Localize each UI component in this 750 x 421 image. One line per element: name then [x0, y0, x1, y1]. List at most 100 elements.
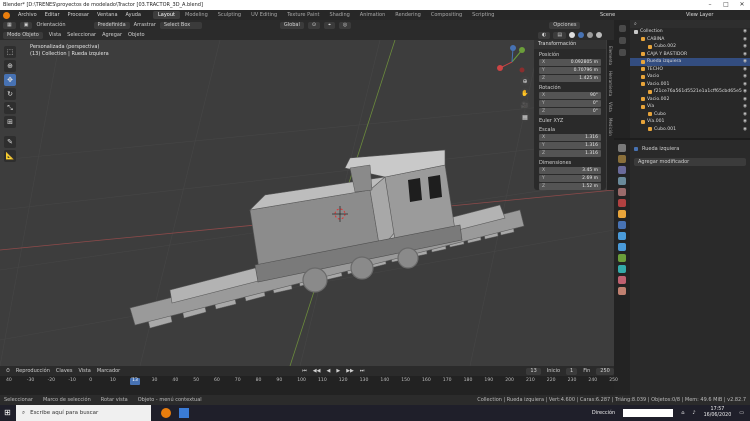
pan-icon[interactable]: ✋ — [520, 88, 530, 98]
windows-start-icon[interactable]: ⊞ — [4, 408, 11, 417]
data-tab-icon[interactable] — [618, 265, 626, 273]
menu-editar[interactable]: Editar — [41, 12, 64, 18]
tab-animation[interactable]: Animation — [355, 11, 391, 19]
taskbar-search[interactable]: ⌕ Escribe aquí para buscar — [16, 405, 151, 421]
tab-compositing[interactable]: Compositing — [426, 11, 467, 19]
add-modifier-dropdown[interactable]: Agregar modificador — [634, 158, 746, 166]
menu-procesar[interactable]: Procesar — [64, 12, 93, 18]
modifier-tab-icon[interactable] — [618, 221, 626, 229]
world-tab-icon[interactable] — [618, 199, 626, 207]
jump-start-icon[interactable]: ⏮ — [302, 368, 307, 374]
menu-archivo[interactable]: Archivo — [14, 12, 41, 18]
transform-tool-icon[interactable]: ⊞ — [4, 116, 16, 128]
app-taskbar-icon[interactable] — [179, 408, 189, 418]
minimize-icon[interactable]: – — [702, 0, 718, 10]
display-icon[interactable] — [618, 37, 626, 44]
rotation-mode-dropdown[interactable]: Euler XYZ — [534, 118, 606, 124]
menu-seleccionar[interactable]: Seleccionar — [67, 32, 96, 38]
zoom-icon[interactable]: ⊕ — [520, 76, 530, 86]
dimensions-z-field[interactable]: Z 1.52 m — [539, 183, 601, 190]
overlay-icon[interactable]: ◐ — [538, 31, 551, 39]
play-reverse-icon[interactable]: ◀ — [326, 368, 330, 374]
outliner-item[interactable]: Vía ◉ — [630, 103, 750, 111]
filter-icon[interactable] — [618, 25, 626, 32]
output-tab-icon[interactable] — [618, 166, 626, 174]
visibility-eye-icon[interactable]: ◉ — [743, 52, 747, 57]
menu-vista[interactable]: Vista — [49, 32, 61, 38]
address-input[interactable] — [623, 409, 674, 417]
navigation-gizmo[interactable] — [497, 45, 525, 73]
solid-shading-icon[interactable] — [578, 32, 585, 38]
drag-dropdown[interactable]: Select Box — [159, 21, 202, 29]
tab-sculpting[interactable]: Sculpting — [213, 11, 246, 19]
menu-claves[interactable]: Claves — [56, 368, 73, 374]
outliner-item[interactable]: Cubo.001 ◉ — [630, 126, 750, 134]
outliner-item[interactable]: Rueda izquiera ◉ — [630, 58, 750, 66]
annotate-tool-icon[interactable]: ✎ — [4, 136, 16, 148]
visibility-eye-icon[interactable]: ◉ — [743, 89, 747, 94]
outliner-item[interactable]: Collection ◉ — [630, 28, 750, 36]
transform-orientation-dropdown[interactable]: Global — [279, 21, 304, 29]
visibility-eye-icon[interactable]: ◉ — [743, 44, 747, 49]
visibility-eye-icon[interactable]: ◉ — [743, 59, 747, 64]
scale-tool-icon[interactable]: ⤡ — [4, 102, 16, 114]
outliner-item[interactable]: Cubo.002 ◉ — [630, 43, 750, 51]
visibility-eye-icon[interactable]: ◉ — [743, 119, 747, 124]
dimensions-y-field[interactable]: Y 2.69 m — [539, 175, 601, 182]
start-field[interactable]: 1 — [566, 367, 578, 375]
outliner-item[interactable]: f21ce76a561d5521e1a1cff65cbd65e5 ◉ — [630, 88, 750, 96]
scale-x-field[interactable]: X 1.316 — [539, 134, 601, 141]
prev-key-icon[interactable]: ◀◀ — [313, 368, 321, 374]
visibility-eye-icon[interactable]: ◉ — [743, 112, 747, 117]
view-icon[interactable] — [618, 49, 626, 56]
particles-tab-icon[interactable] — [618, 232, 626, 240]
menu-reproduccion[interactable]: Reproducción — [16, 368, 50, 374]
location-z-field[interactable]: Z 1.425 m — [539, 75, 601, 82]
select-mode-button[interactable]: ▣ — [19, 21, 33, 29]
scene-selector[interactable]: Scene — [600, 12, 615, 18]
tab-elemento[interactable]: Elemento — [608, 46, 613, 65]
pivot-icon[interactable]: ⊙ — [307, 21, 321, 29]
clock[interactable]: 17:57 16/06/2020 — [704, 407, 732, 419]
outliner-item[interactable]: TECHO ◉ — [630, 66, 750, 74]
proportional-icon[interactable]: ◎ — [338, 21, 352, 29]
outliner-item[interactable]: Vacio.002 ◉ — [630, 96, 750, 104]
blender-logo-icon[interactable] — [3, 11, 10, 19]
outliner-search[interactable]: ⌕ — [630, 20, 750, 28]
xray-icon[interactable]: ▤ — [553, 31, 567, 39]
dimensions-x-field[interactable]: X 3.45 m — [539, 167, 601, 174]
select-tool-icon[interactable]: ⬚ — [4, 46, 16, 58]
scale-z-field[interactable]: Z 1.316 — [539, 150, 601, 157]
visibility-eye-icon[interactable]: ◉ — [743, 82, 747, 87]
timeline-ruler[interactable]: 40-30-20-1001020304050607080901001101201… — [0, 378, 618, 386]
material-shading-icon[interactable] — [587, 32, 594, 38]
visibility-eye-icon[interactable]: ◉ — [743, 97, 747, 102]
outliner-item[interactable]: CABINA ◉ — [630, 36, 750, 44]
camera-icon[interactable]: 🎥 — [520, 100, 530, 110]
play-icon[interactable]: ▶ — [336, 368, 340, 374]
rotate-tool-icon[interactable]: ↻ — [4, 88, 16, 100]
menu-agregar[interactable]: Agregar — [102, 32, 122, 38]
current-frame-indicator[interactable]: 13 — [130, 378, 140, 385]
view-layer-tab-icon[interactable] — [618, 177, 626, 185]
menu-marcador[interactable]: Marcador — [97, 368, 120, 374]
blender-taskbar-icon[interactable] — [161, 408, 171, 418]
location-x-field[interactable]: X 0.092805 m — [539, 59, 601, 66]
material-tab-icon[interactable] — [618, 276, 626, 284]
maximize-icon[interactable]: □ — [718, 0, 734, 10]
outliner-item[interactable]: Vacio ◉ — [630, 73, 750, 81]
tab-vista[interactable]: Vista — [608, 102, 613, 112]
tab-scripting[interactable]: Scripting — [467, 11, 499, 19]
texture-tab-icon[interactable] — [618, 287, 626, 295]
close-icon[interactable]: ✕ — [734, 0, 750, 10]
frame-field[interactable]: 13 — [526, 367, 541, 375]
network-icon[interactable]: ⌂ — [681, 410, 684, 416]
options-dropdown[interactable]: Opciones — [549, 21, 581, 29]
rotation-x-field[interactable]: X 90° — [539, 92, 601, 99]
editor-type-button[interactable]: ▦ — [3, 21, 16, 29]
outliner-item[interactable]: Vacio.001 ◉ — [630, 81, 750, 89]
render-tab-icon[interactable] — [618, 155, 626, 163]
scale-y-field[interactable]: Y 1.316 — [539, 142, 601, 149]
cursor-tool-icon[interactable]: ⊕ — [4, 60, 16, 72]
orientation-dropdown[interactable]: Predefinida — [93, 21, 130, 29]
